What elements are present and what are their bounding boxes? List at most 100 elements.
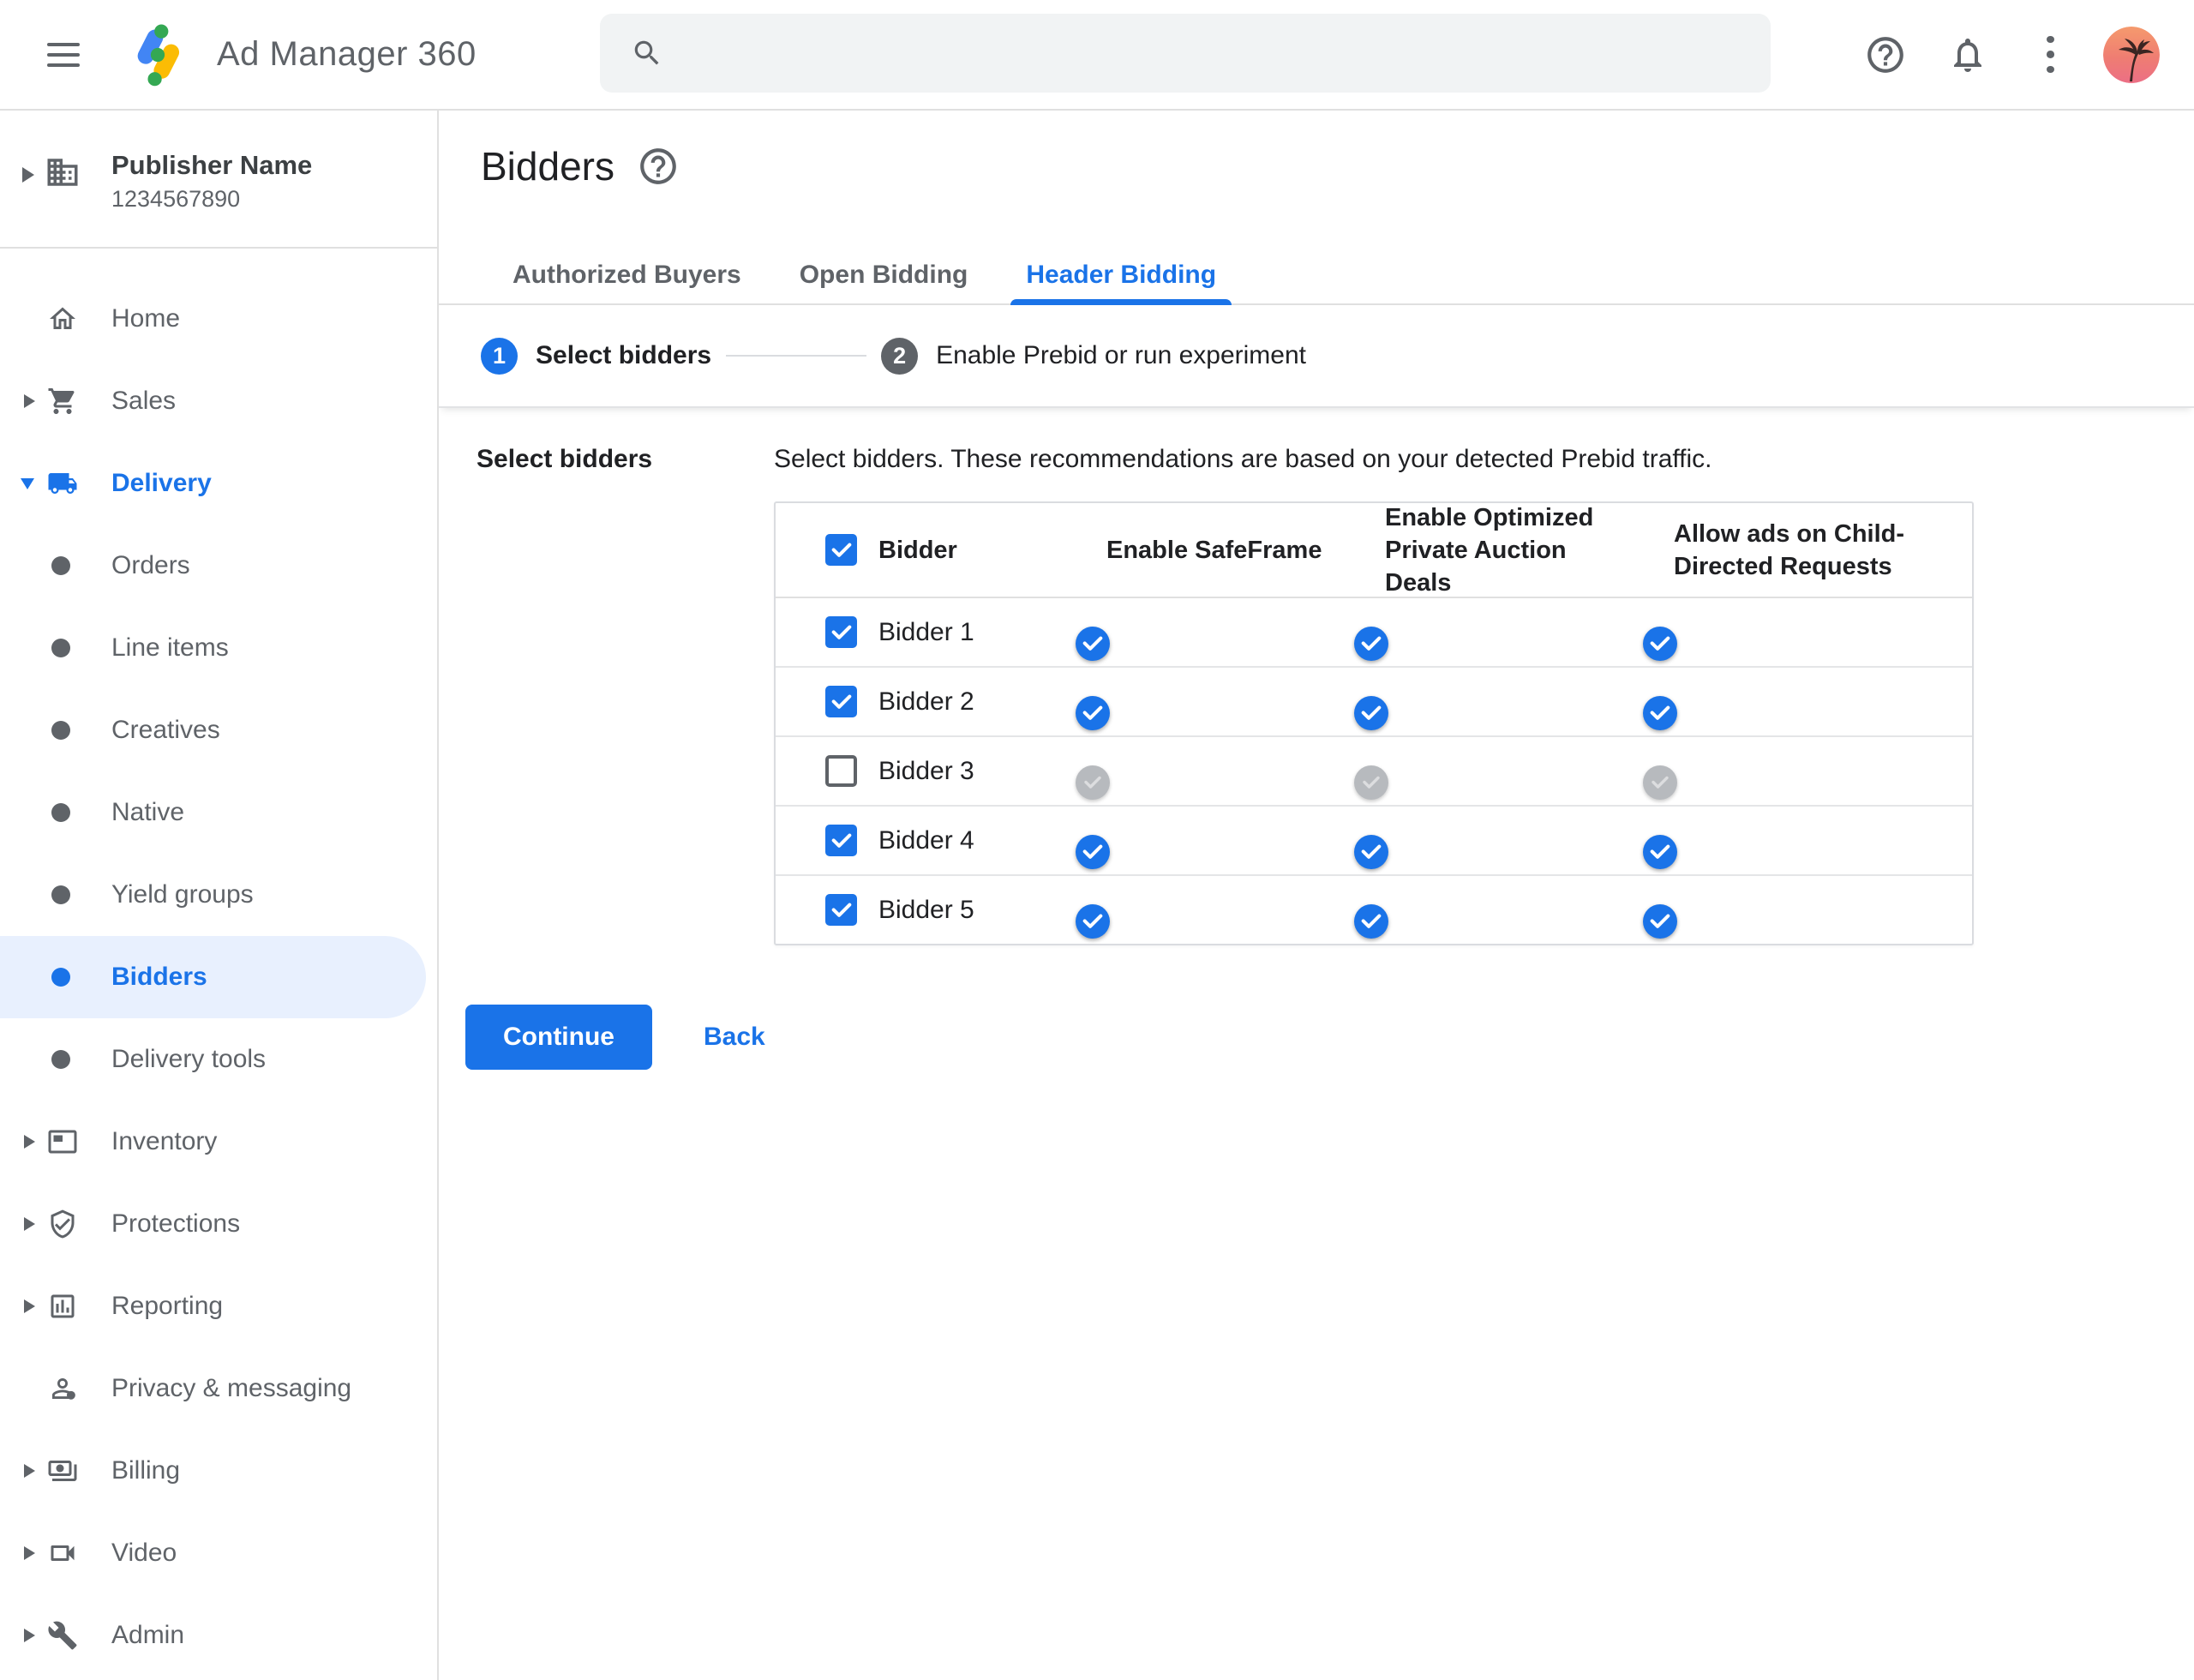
bidder-name: Bidder 4 bbox=[878, 825, 974, 855]
publisher-name: Publisher Name bbox=[111, 150, 313, 180]
caret-right-icon[interactable] bbox=[24, 1135, 35, 1149]
toggle-thumb bbox=[1643, 626, 1677, 661]
tab-bar: Authorized Buyers Open Bidding Header Bi… bbox=[439, 247, 2194, 305]
caret-right-icon[interactable] bbox=[24, 1629, 35, 1642]
sidebar-item-yield-groups[interactable]: Yield groups bbox=[0, 854, 437, 936]
sidebar: Publisher Name 1234567890 Home Sales Deliv… bbox=[0, 111, 439, 1680]
bullet-icon bbox=[51, 639, 70, 657]
caret-right-icon bbox=[22, 167, 34, 183]
ad-unit-icon bbox=[47, 1126, 78, 1157]
sidebar-item-label: Video bbox=[111, 1539, 177, 1567]
bullet-icon bbox=[51, 968, 70, 987]
row-checkbox[interactable] bbox=[825, 894, 857, 926]
column-header-enable-optimized-private-auction-deals: Enable Optimized Private Auction Deals bbox=[1385, 503, 1594, 597]
notifications-bell-icon[interactable] bbox=[1945, 33, 1990, 77]
form-actions: Continue Back bbox=[465, 1005, 782, 1070]
sidebar-item-label: Reporting bbox=[111, 1292, 224, 1320]
main-content: Bidders Authorized Buyers Open Bidding H… bbox=[439, 111, 2194, 1680]
sidebar-item-label: Privacy & messaging bbox=[111, 1374, 352, 1402]
sidebar-item-label: Sales bbox=[111, 387, 177, 415]
row-checkbox[interactable] bbox=[825, 616, 857, 648]
publisher-id: 1234567890 bbox=[111, 186, 241, 212]
toggle-thumb bbox=[1076, 834, 1110, 869]
sidebar-item-label: Inventory bbox=[111, 1127, 218, 1155]
toggle-thumb bbox=[1354, 765, 1388, 800]
sidebar-item-protections[interactable]: Protections bbox=[0, 1183, 437, 1265]
help-icon[interactable] bbox=[1863, 33, 1908, 77]
search-icon bbox=[634, 40, 659, 65]
topbar: Ad Manager 360 bbox=[0, 0, 2194, 111]
kebab-menu-icon[interactable] bbox=[2028, 33, 2072, 77]
toggle-thumb bbox=[1076, 695, 1110, 730]
sidebar-item-reporting[interactable]: Reporting bbox=[0, 1265, 437, 1347]
ad-manager-logo bbox=[123, 20, 193, 90]
sidebar-item-label: Bidders bbox=[111, 963, 207, 991]
step-2-label: Enable Prebid or run experiment bbox=[936, 341, 1306, 369]
sidebar-item-label: Line items bbox=[111, 633, 229, 662]
sidebar-item-label: Home bbox=[111, 304, 181, 333]
table-row-bidder-4: Bidder 4 bbox=[776, 807, 1972, 876]
table-row-bidder-5: Bidder 5 bbox=[776, 876, 1972, 944]
publisher-selector[interactable]: Publisher Name 1234567890 bbox=[0, 111, 437, 249]
column-header-enable-safeframe: Enable SafeFrame bbox=[1106, 536, 1322, 564]
sidebar-item-delivery-tools[interactable]: Delivery tools bbox=[0, 1018, 437, 1101]
caret-down-icon[interactable] bbox=[21, 477, 34, 489]
sidebar-item-orders[interactable]: Orders bbox=[0, 525, 437, 607]
sidebar-item-home[interactable]: Home bbox=[0, 278, 437, 360]
sidebar-nav: Home Sales Delivery Orders Line items Creativ… bbox=[0, 249, 437, 1677]
sidebar-item-native[interactable]: Native bbox=[0, 771, 437, 854]
topbar-actions bbox=[1863, 0, 2160, 109]
row-checkbox[interactable] bbox=[825, 686, 857, 717]
sidebar-item-creatives[interactable]: Creatives bbox=[0, 689, 437, 771]
search-bar[interactable] bbox=[600, 14, 1771, 93]
sidebar-item-label: Yield groups bbox=[111, 880, 254, 909]
sidebar-item-delivery[interactable]: Delivery bbox=[0, 442, 437, 525]
tab-authorized-buyers[interactable]: Authorized Buyers bbox=[483, 247, 770, 303]
toggle-thumb bbox=[1643, 903, 1677, 939]
hamburger-menu-icon[interactable] bbox=[47, 42, 80, 67]
tab-open-bidding[interactable]: Open Bidding bbox=[770, 247, 998, 303]
section-label: Select bidders bbox=[477, 445, 653, 473]
section-description: Select bidders. These recommendations ar… bbox=[774, 445, 1712, 473]
sidebar-item-sales[interactable]: Sales bbox=[0, 360, 437, 442]
row-checkbox[interactable] bbox=[825, 755, 857, 787]
toggle-thumb bbox=[1076, 765, 1110, 800]
sidebar-item-line-items[interactable]: Line items bbox=[0, 607, 437, 689]
toggle-thumb bbox=[1354, 695, 1388, 730]
search-input[interactable] bbox=[684, 38, 1716, 69]
sidebar-item-admin[interactable]: Admin bbox=[0, 1594, 437, 1677]
toggle-thumb bbox=[1643, 834, 1677, 869]
sidebar-item-label: Delivery bbox=[111, 469, 212, 497]
sidebar-item-label: Protections bbox=[111, 1209, 241, 1238]
step-connector bbox=[726, 355, 867, 357]
caret-right-icon[interactable] bbox=[24, 1546, 35, 1560]
back-link[interactable]: Back bbox=[686, 1023, 782, 1052]
sidebar-item-label: Native bbox=[111, 798, 185, 826]
row-checkbox[interactable] bbox=[825, 825, 857, 856]
bidder-name: Bidder 3 bbox=[878, 756, 974, 785]
toggle-thumb bbox=[1643, 695, 1677, 730]
caret-right-icon[interactable] bbox=[24, 1299, 35, 1313]
sidebar-item-inventory[interactable]: Inventory bbox=[0, 1101, 437, 1183]
tab-header-bidding[interactable]: Header Bidding bbox=[997, 247, 1245, 305]
sidebar-item-video[interactable]: Video bbox=[0, 1512, 437, 1594]
user-avatar[interactable] bbox=[2103, 26, 2160, 83]
sidebar-item-privacy-and-messaging[interactable]: Privacy & messaging bbox=[0, 1347, 437, 1430]
continue-button[interactable]: Continue bbox=[465, 1005, 652, 1070]
caret-right-icon[interactable] bbox=[24, 1217, 35, 1231]
sidebar-item-label: Delivery tools bbox=[111, 1045, 267, 1073]
building-icon bbox=[45, 154, 81, 195]
toggle-thumb bbox=[1354, 903, 1388, 939]
table-row-bidder-2: Bidder 2 bbox=[776, 668, 1972, 737]
sidebar-item-label: Admin bbox=[111, 1621, 185, 1649]
sidebar-item-bidders[interactable]: Bidders bbox=[0, 936, 437, 1018]
sidebar-item-billing[interactable]: Billing bbox=[0, 1430, 437, 1512]
page-title: Bidders bbox=[481, 144, 614, 189]
toggle-thumb bbox=[1076, 626, 1110, 661]
caret-right-icon[interactable] bbox=[24, 1464, 35, 1478]
bullet-icon bbox=[51, 556, 70, 575]
toggle-thumb bbox=[1076, 903, 1110, 939]
caret-right-icon[interactable] bbox=[24, 394, 35, 408]
select-all-checkbox[interactable] bbox=[825, 534, 857, 566]
help-circle-icon[interactable] bbox=[637, 145, 680, 188]
